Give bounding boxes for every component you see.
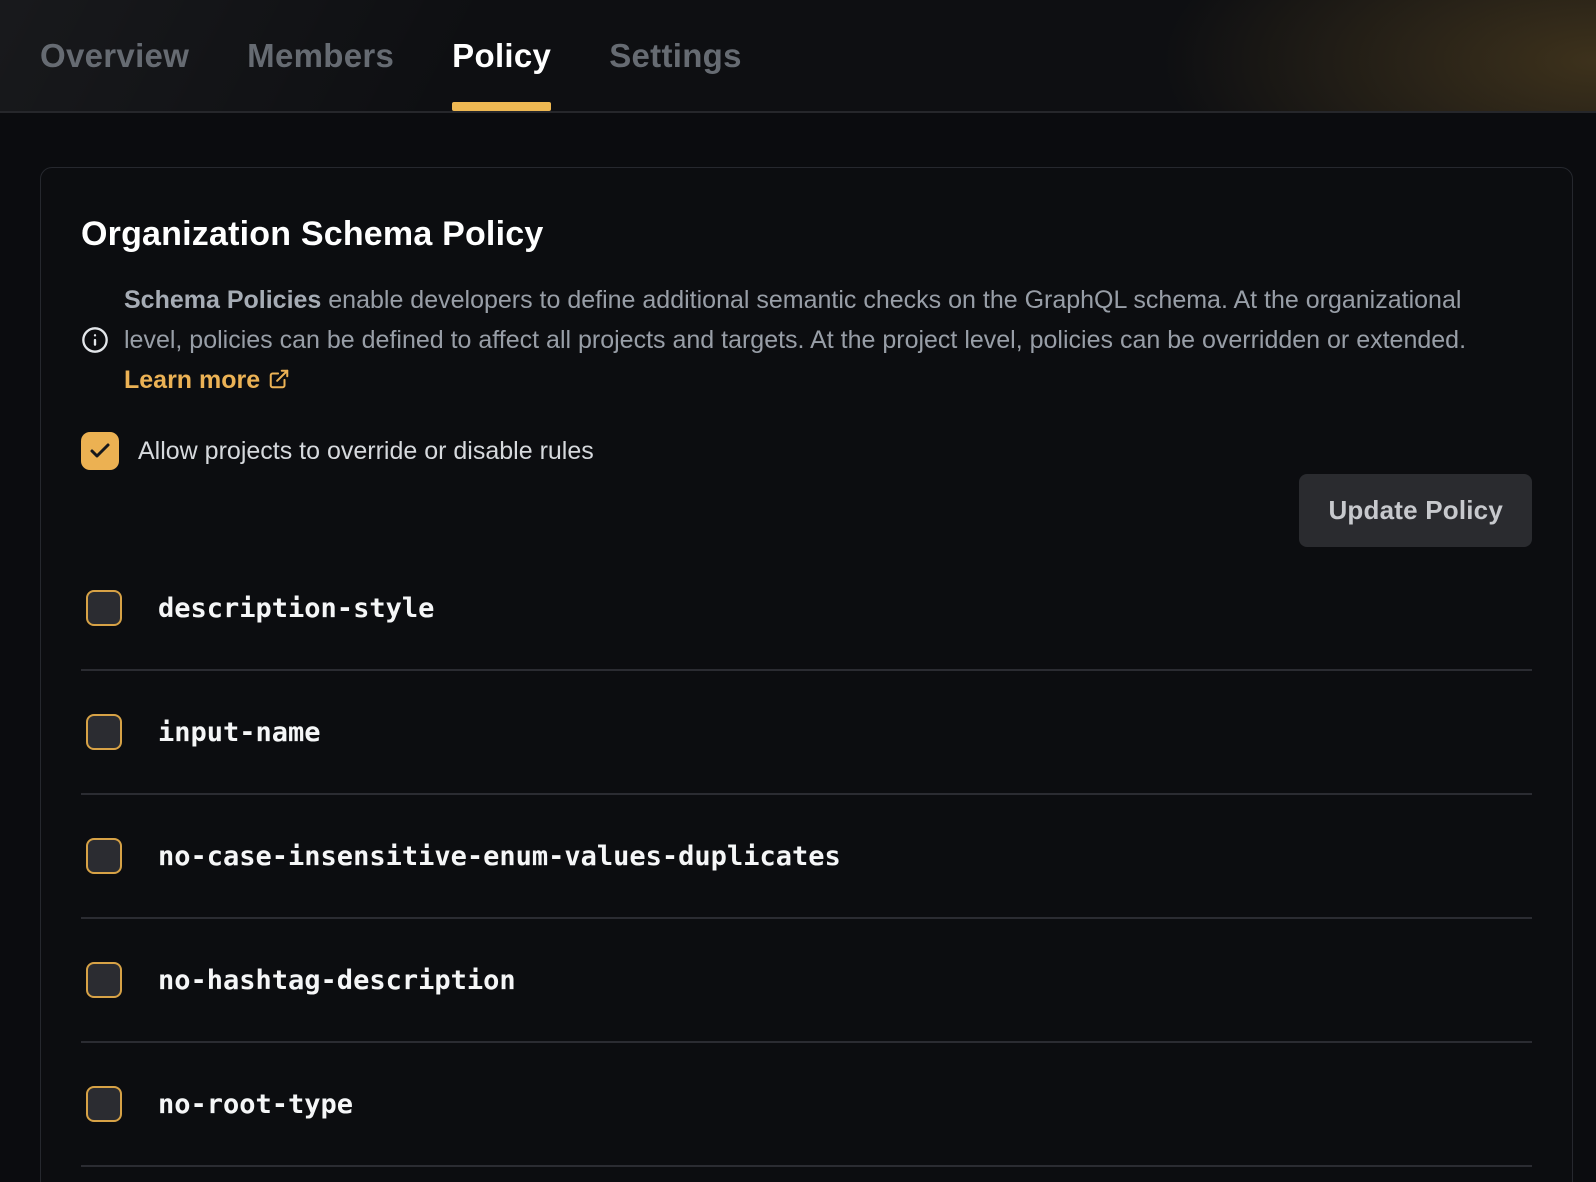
- policy-rules-list: description-style input-name no-case-ins…: [81, 547, 1532, 1167]
- tab-policy[interactable]: Policy: [452, 0, 551, 111]
- actions-row: Update Policy: [81, 474, 1532, 547]
- tab-settings-label: Settings: [609, 37, 742, 75]
- tab-settings[interactable]: Settings: [609, 0, 742, 111]
- policy-info-callout: Schema Policies enable developers to def…: [81, 280, 1532, 400]
- rule-name: no-root-type: [158, 1089, 353, 1120]
- rule-row-description-style: description-style: [81, 547, 1532, 671]
- policy-description-body: enable developers to define additional s…: [124, 286, 1466, 354]
- rule-name: description-style: [158, 593, 434, 624]
- rule-row-no-root-type: no-root-type: [81, 1043, 1532, 1167]
- rule-name: no-case-insensitive-enum-values-duplicat…: [158, 841, 841, 872]
- rule-checkbox[interactable]: [86, 714, 122, 750]
- tab-members[interactable]: Members: [247, 0, 394, 111]
- rule-name: no-hashtag-description: [158, 965, 516, 996]
- policy-description-lead: Schema Policies: [124, 286, 321, 314]
- tab-policy-label: Policy: [452, 37, 551, 75]
- active-tab-indicator: [452, 102, 551, 111]
- info-icon: [81, 326, 109, 354]
- override-rules-row: Allow projects to override or disable ru…: [81, 432, 1532, 470]
- tab-overview[interactable]: Overview: [40, 0, 189, 111]
- schema-policy-card: Organization Schema Policy Schema Polici…: [40, 167, 1573, 1182]
- org-tabbar: Overview Members Policy Settings: [0, 0, 1596, 113]
- rule-checkbox[interactable]: [86, 962, 122, 998]
- policy-description: Schema Policies enable developers to def…: [124, 280, 1524, 400]
- rule-row-no-case-insensitive-enum-values-duplicates: no-case-insensitive-enum-values-duplicat…: [81, 795, 1532, 919]
- rule-checkbox[interactable]: [86, 590, 122, 626]
- external-link-icon: [268, 362, 290, 384]
- rule-checkbox[interactable]: [86, 1086, 122, 1122]
- rule-row-no-hashtag-description: no-hashtag-description: [81, 919, 1532, 1043]
- learn-more-link[interactable]: Learn more: [124, 366, 290, 394]
- override-rules-checkbox[interactable]: [81, 432, 119, 470]
- learn-more-label: Learn more: [124, 366, 260, 394]
- tab-overview-label: Overview: [40, 37, 189, 75]
- rule-row-input-name: input-name: [81, 671, 1532, 795]
- tab-members-label: Members: [247, 37, 394, 75]
- checkmark-icon: [88, 439, 112, 463]
- rule-checkbox[interactable]: [86, 838, 122, 874]
- rule-name: input-name: [158, 717, 321, 748]
- page-title: Organization Schema Policy: [81, 212, 1532, 256]
- override-rules-label: Allow projects to override or disable ru…: [138, 437, 594, 466]
- update-policy-button[interactable]: Update Policy: [1299, 474, 1532, 547]
